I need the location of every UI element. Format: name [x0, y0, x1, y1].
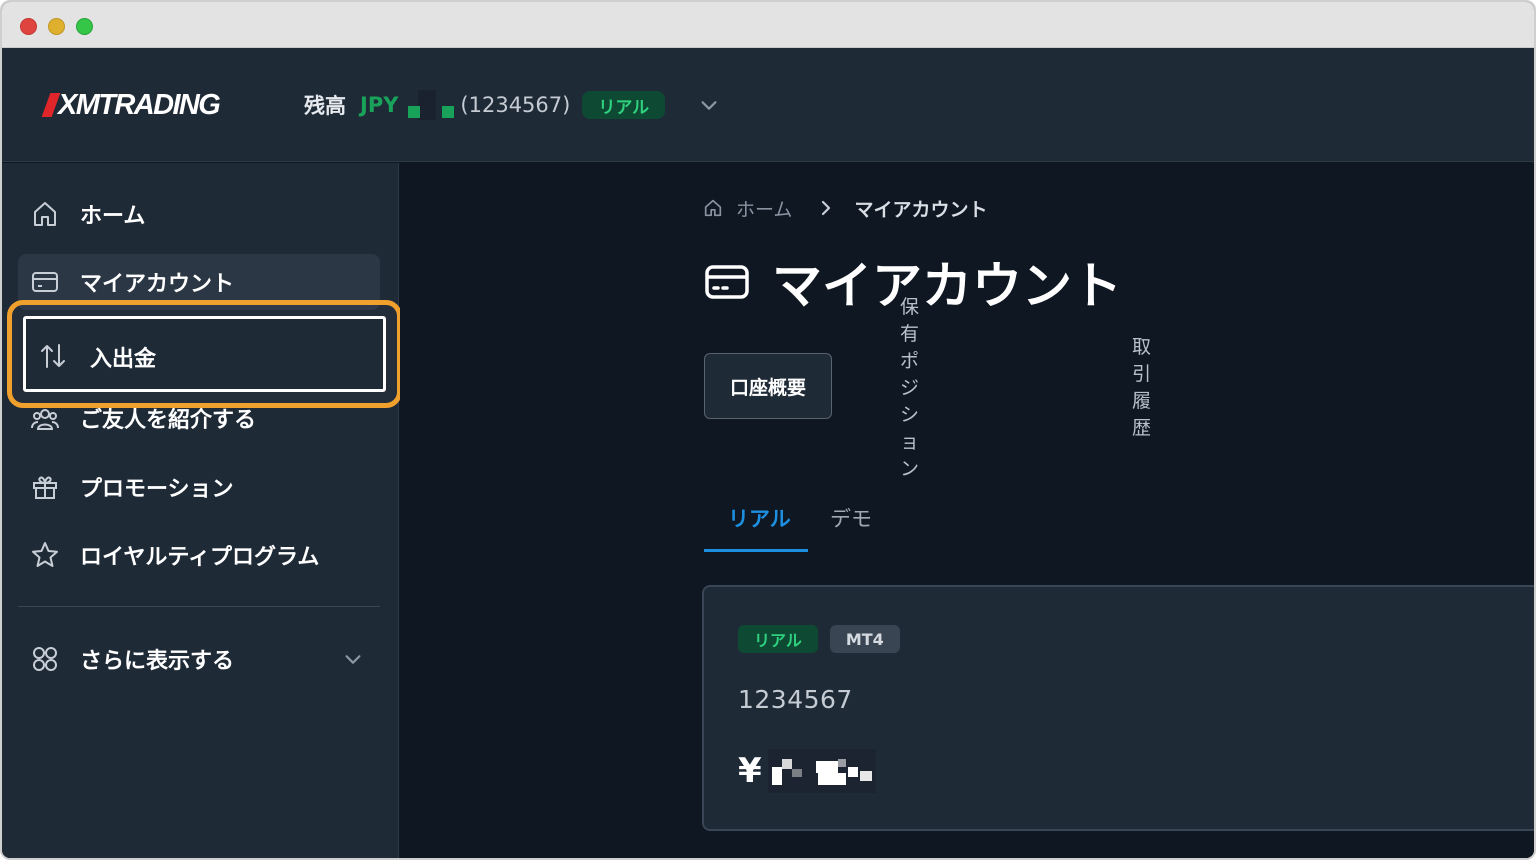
star-icon — [32, 542, 58, 567]
tab-open-positions[interactable]: 保有ポジション — [900, 296, 919, 480]
breadcrumb-current: マイアカウント — [854, 198, 988, 221]
tab-real[interactable]: リアル — [728, 503, 791, 533]
sidebar-item-deposit-withdrawal[interactable]: 入出金 — [23, 316, 386, 392]
chevron-down-icon[interactable] — [698, 94, 720, 116]
sidebar-item-home[interactable]: ホーム — [18, 186, 380, 242]
active-tab-indicator — [704, 549, 808, 552]
account-badges: リアル MT4 — [738, 625, 900, 653]
app-header: XMTRADING 残高 JPY (1234567) リアル — [2, 48, 1534, 162]
masked-balance-amount — [402, 90, 455, 120]
minimize-window-button[interactable] — [48, 18, 65, 35]
sidebar-item-loyalty-program[interactable]: ロイヤルティプログラム — [18, 527, 380, 583]
account-number: 1234567 — [738, 685, 853, 714]
transfer-arrows-icon — [41, 344, 65, 368]
balance-label: 残高 — [304, 94, 346, 118]
sidebar-item-label: 入出金 — [90, 347, 157, 372]
sidebar-item-label: プロモーション — [80, 477, 234, 502]
tab-account-overview[interactable]: 口座概要 — [704, 353, 832, 419]
breadcrumb: ホーム マイアカウント — [702, 195, 987, 221]
gift-icon — [33, 476, 57, 499]
account-card[interactable]: リアル MT4 1234567 ¥ — [702, 585, 1534, 831]
sidebar-item-promotion[interactable]: プロモーション — [18, 459, 380, 515]
balance-currency: JPY — [360, 93, 399, 117]
browser-window: XMTRADING 残高 JPY (1234567) リアル ホーム マイアカウ… — [0, 0, 1536, 860]
window-titlebar — [2, 2, 1534, 48]
sidebar-item-label: ロイヤルティプログラム — [80, 545, 320, 570]
page-title: マイアカウント — [772, 257, 1122, 315]
masked-balance-amount — [767, 749, 876, 793]
maximize-window-button[interactable] — [76, 18, 93, 35]
deposit-withdrawal-highlight: 入出金 — [7, 300, 402, 408]
sidebar-item-label: マイアカウント — [80, 272, 235, 297]
chevron-down-icon — [345, 655, 361, 664]
card-icon — [705, 265, 749, 299]
account-type-tabs: リアル デモ — [704, 493, 904, 553]
sidebar-item-label: ホーム — [80, 204, 146, 229]
account-balance: ¥ — [738, 749, 876, 793]
balance-selector[interactable]: 残高 JPY (1234567) リアル — [304, 88, 666, 122]
main-content: ホーム マイアカウント マイアカウント 口座概要 保有ポジション 取引履歴 リア… — [400, 163, 1534, 858]
breadcrumb-home-link[interactable]: ホーム — [736, 195, 792, 222]
logo-text: XMTRADING — [58, 88, 221, 121]
currency-symbol: ¥ — [738, 751, 762, 791]
tab-trade-history[interactable]: 取引履歴 — [1132, 336, 1151, 439]
sidebar-nav: ホーム マイアカウント ご友人を紹介する プロモーション ロイヤルティプログラム… — [2, 163, 399, 858]
real-badge: リアル — [738, 625, 818, 653]
sidebar-item-label: さらに表示する — [80, 649, 235, 674]
card-icon — [32, 272, 58, 292]
home-icon[interactable] — [702, 197, 724, 219]
header-account-id: (1234567) — [460, 93, 571, 117]
sidebar-divider — [18, 606, 380, 607]
platform-badge: MT4 — [829, 625, 900, 653]
close-window-button[interactable] — [20, 18, 37, 35]
xmtrading-logo[interactable]: XMTRADING — [41, 88, 221, 122]
home-icon — [34, 202, 56, 226]
account-type-badge: リアル — [582, 91, 666, 119]
tab-demo[interactable]: デモ — [830, 503, 872, 533]
chevron-right-icon — [822, 200, 831, 216]
grid-icon — [33, 647, 57, 671]
sidebar-show-more[interactable]: さらに表示する — [18, 631, 380, 687]
